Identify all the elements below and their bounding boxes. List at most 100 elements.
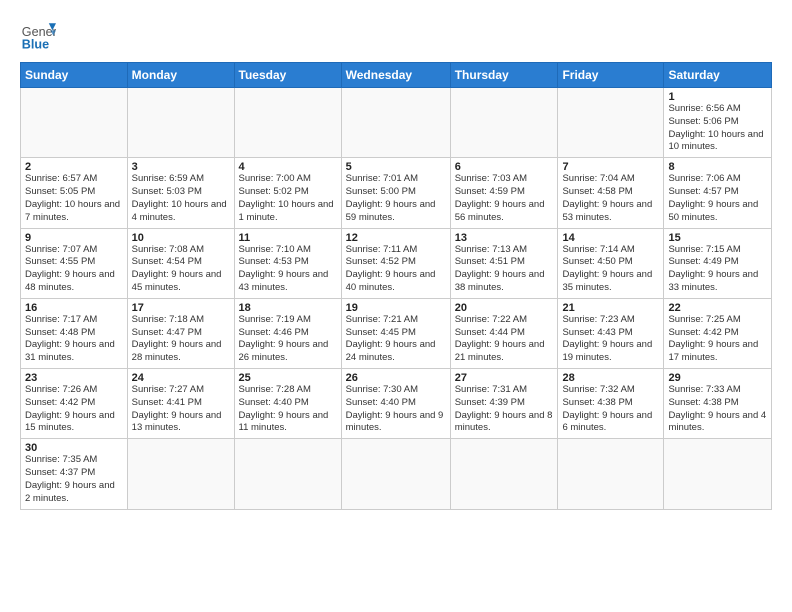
calendar-day-cell	[664, 439, 772, 509]
calendar-day-cell	[127, 439, 234, 509]
page: General Blue Sunday Monday Tuesday Wedne…	[0, 0, 792, 612]
calendar-day-cell: 23Sunrise: 7:26 AM Sunset: 4:42 PM Dayli…	[21, 369, 128, 439]
col-monday: Monday	[127, 63, 234, 88]
calendar-day-cell: 22Sunrise: 7:25 AM Sunset: 4:42 PM Dayli…	[664, 298, 772, 368]
calendar-day-cell: 7Sunrise: 7:04 AM Sunset: 4:58 PM Daylig…	[558, 158, 664, 228]
calendar-day-cell: 24Sunrise: 7:27 AM Sunset: 4:41 PM Dayli…	[127, 369, 234, 439]
calendar-day-cell: 25Sunrise: 7:28 AM Sunset: 4:40 PM Dayli…	[234, 369, 341, 439]
day-info: Sunrise: 7:22 AM Sunset: 4:44 PM Dayligh…	[455, 314, 554, 365]
calendar-week-row: 16Sunrise: 7:17 AM Sunset: 4:48 PM Dayli…	[21, 298, 772, 368]
day-info: Sunrise: 7:00 AM Sunset: 5:02 PM Dayligh…	[239, 173, 337, 224]
calendar-day-cell: 6Sunrise: 7:03 AM Sunset: 4:59 PM Daylig…	[450, 158, 558, 228]
calendar-day-cell: 13Sunrise: 7:13 AM Sunset: 4:51 PM Dayli…	[450, 228, 558, 298]
calendar-day-cell	[21, 88, 128, 158]
calendar-day-cell	[558, 439, 664, 509]
day-number: 21	[562, 302, 659, 314]
calendar-day-cell: 30Sunrise: 7:35 AM Sunset: 4:37 PM Dayli…	[21, 439, 128, 509]
day-info: Sunrise: 7:17 AM Sunset: 4:48 PM Dayligh…	[25, 314, 123, 365]
calendar-day-cell: 9Sunrise: 7:07 AM Sunset: 4:55 PM Daylig…	[21, 228, 128, 298]
calendar-day-cell: 17Sunrise: 7:18 AM Sunset: 4:47 PM Dayli…	[127, 298, 234, 368]
day-number: 13	[455, 232, 554, 244]
calendar-table: Sunday Monday Tuesday Wednesday Thursday…	[20, 62, 772, 510]
calendar-week-row: 2Sunrise: 6:57 AM Sunset: 5:05 PM Daylig…	[21, 158, 772, 228]
col-wednesday: Wednesday	[341, 63, 450, 88]
calendar-header-row: Sunday Monday Tuesday Wednesday Thursday…	[21, 63, 772, 88]
calendar-day-cell: 4Sunrise: 7:00 AM Sunset: 5:02 PM Daylig…	[234, 158, 341, 228]
day-number: 12	[346, 232, 446, 244]
calendar-day-cell: 28Sunrise: 7:32 AM Sunset: 4:38 PM Dayli…	[558, 369, 664, 439]
day-number: 9	[25, 232, 123, 244]
col-saturday: Saturday	[664, 63, 772, 88]
day-info: Sunrise: 7:33 AM Sunset: 4:38 PM Dayligh…	[668, 384, 767, 435]
day-number: 25	[239, 372, 337, 384]
calendar-day-cell	[127, 88, 234, 158]
day-info: Sunrise: 7:08 AM Sunset: 4:54 PM Dayligh…	[132, 244, 230, 295]
calendar-day-cell: 14Sunrise: 7:14 AM Sunset: 4:50 PM Dayli…	[558, 228, 664, 298]
calendar-day-cell: 19Sunrise: 7:21 AM Sunset: 4:45 PM Dayli…	[341, 298, 450, 368]
day-number: 23	[25, 372, 123, 384]
day-info: Sunrise: 7:06 AM Sunset: 4:57 PM Dayligh…	[668, 173, 767, 224]
calendar-day-cell: 27Sunrise: 7:31 AM Sunset: 4:39 PM Dayli…	[450, 369, 558, 439]
col-tuesday: Tuesday	[234, 63, 341, 88]
calendar-week-row: 23Sunrise: 7:26 AM Sunset: 4:42 PM Dayli…	[21, 369, 772, 439]
svg-text:Blue: Blue	[22, 37, 49, 51]
day-number: 7	[562, 161, 659, 173]
day-info: Sunrise: 7:27 AM Sunset: 4:41 PM Dayligh…	[132, 384, 230, 435]
day-info: Sunrise: 7:18 AM Sunset: 4:47 PM Dayligh…	[132, 314, 230, 365]
day-number: 17	[132, 302, 230, 314]
day-info: Sunrise: 7:11 AM Sunset: 4:52 PM Dayligh…	[346, 244, 446, 295]
calendar-day-cell: 5Sunrise: 7:01 AM Sunset: 5:00 PM Daylig…	[341, 158, 450, 228]
day-info: Sunrise: 7:25 AM Sunset: 4:42 PM Dayligh…	[668, 314, 767, 365]
day-number: 4	[239, 161, 337, 173]
day-number: 5	[346, 161, 446, 173]
calendar-day-cell: 21Sunrise: 7:23 AM Sunset: 4:43 PM Dayli…	[558, 298, 664, 368]
calendar-day-cell: 18Sunrise: 7:19 AM Sunset: 4:46 PM Dayli…	[234, 298, 341, 368]
day-info: Sunrise: 7:21 AM Sunset: 4:45 PM Dayligh…	[346, 314, 446, 365]
day-info: Sunrise: 7:28 AM Sunset: 4:40 PM Dayligh…	[239, 384, 337, 435]
day-info: Sunrise: 7:13 AM Sunset: 4:51 PM Dayligh…	[455, 244, 554, 295]
day-number: 11	[239, 232, 337, 244]
day-info: Sunrise: 7:35 AM Sunset: 4:37 PM Dayligh…	[25, 454, 123, 505]
day-info: Sunrise: 7:14 AM Sunset: 4:50 PM Dayligh…	[562, 244, 659, 295]
day-number: 24	[132, 372, 230, 384]
day-number: 27	[455, 372, 554, 384]
calendar-week-row: 1Sunrise: 6:56 AM Sunset: 5:06 PM Daylig…	[21, 88, 772, 158]
calendar-day-cell	[450, 439, 558, 509]
day-number: 30	[25, 442, 123, 454]
day-number: 22	[668, 302, 767, 314]
calendar-day-cell: 8Sunrise: 7:06 AM Sunset: 4:57 PM Daylig…	[664, 158, 772, 228]
day-number: 15	[668, 232, 767, 244]
calendar-day-cell	[558, 88, 664, 158]
calendar-day-cell: 26Sunrise: 7:30 AM Sunset: 4:40 PM Dayli…	[341, 369, 450, 439]
calendar-day-cell: 3Sunrise: 6:59 AM Sunset: 5:03 PM Daylig…	[127, 158, 234, 228]
day-number: 18	[239, 302, 337, 314]
calendar-week-row: 30Sunrise: 7:35 AM Sunset: 4:37 PM Dayli…	[21, 439, 772, 509]
calendar-day-cell: 16Sunrise: 7:17 AM Sunset: 4:48 PM Dayli…	[21, 298, 128, 368]
day-info: Sunrise: 7:19 AM Sunset: 4:46 PM Dayligh…	[239, 314, 337, 365]
day-info: Sunrise: 7:30 AM Sunset: 4:40 PM Dayligh…	[346, 384, 446, 435]
calendar-day-cell: 15Sunrise: 7:15 AM Sunset: 4:49 PM Dayli…	[664, 228, 772, 298]
col-thursday: Thursday	[450, 63, 558, 88]
day-number: 8	[668, 161, 767, 173]
col-sunday: Sunday	[21, 63, 128, 88]
calendar-day-cell: 20Sunrise: 7:22 AM Sunset: 4:44 PM Dayli…	[450, 298, 558, 368]
calendar-day-cell: 2Sunrise: 6:57 AM Sunset: 5:05 PM Daylig…	[21, 158, 128, 228]
day-info: Sunrise: 7:31 AM Sunset: 4:39 PM Dayligh…	[455, 384, 554, 435]
calendar-day-cell: 11Sunrise: 7:10 AM Sunset: 4:53 PM Dayli…	[234, 228, 341, 298]
day-info: Sunrise: 7:01 AM Sunset: 5:00 PM Dayligh…	[346, 173, 446, 224]
header: General Blue	[20, 16, 772, 52]
calendar-day-cell: 12Sunrise: 7:11 AM Sunset: 4:52 PM Dayli…	[341, 228, 450, 298]
calendar-day-cell: 10Sunrise: 7:08 AM Sunset: 4:54 PM Dayli…	[127, 228, 234, 298]
day-info: Sunrise: 7:15 AM Sunset: 4:49 PM Dayligh…	[668, 244, 767, 295]
day-info: Sunrise: 7:07 AM Sunset: 4:55 PM Dayligh…	[25, 244, 123, 295]
calendar-day-cell	[341, 88, 450, 158]
day-number: 28	[562, 372, 659, 384]
day-number: 14	[562, 232, 659, 244]
calendar-day-cell: 1Sunrise: 6:56 AM Sunset: 5:06 PM Daylig…	[664, 88, 772, 158]
day-number: 3	[132, 161, 230, 173]
logo-icon: General Blue	[20, 16, 56, 52]
day-number: 2	[25, 161, 123, 173]
day-number: 10	[132, 232, 230, 244]
day-number: 6	[455, 161, 554, 173]
day-info: Sunrise: 6:57 AM Sunset: 5:05 PM Dayligh…	[25, 173, 123, 224]
